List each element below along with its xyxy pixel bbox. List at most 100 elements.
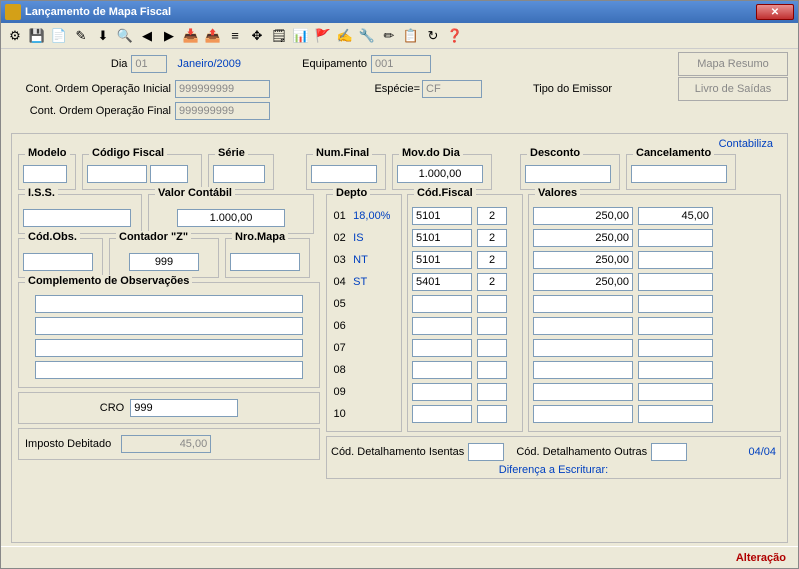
cf-code-5[interactable] — [412, 317, 472, 335]
cf-sub-0[interactable] — [477, 207, 507, 225]
cont-fim-input[interactable] — [175, 102, 270, 120]
valor1-3[interactable] — [533, 273, 633, 291]
toolbar-button-11[interactable]: ✥ — [247, 26, 267, 46]
cf-sub-4[interactable] — [477, 295, 507, 313]
iss-input[interactable] — [23, 209, 131, 227]
equip-label: Equipamento — [302, 58, 367, 70]
valor2-5[interactable] — [638, 317, 713, 335]
valor2-2[interactable] — [638, 251, 713, 269]
toolbar-button-20[interactable]: ❓ — [445, 26, 465, 46]
cancel-input[interactable] — [631, 165, 727, 183]
cod-det-isentas-input[interactable] — [468, 443, 504, 461]
toolbar-button-14[interactable]: 🚩 — [313, 26, 333, 46]
valor1-2[interactable] — [533, 251, 633, 269]
contadorz-input[interactable] — [129, 253, 199, 271]
valor2-4[interactable] — [638, 295, 713, 313]
valor1-6[interactable] — [533, 339, 633, 357]
valorcont-input[interactable] — [177, 209, 285, 227]
valor1-7[interactable] — [533, 361, 633, 379]
modelo-input[interactable] — [23, 165, 67, 183]
obs-input-3[interactable] — [35, 339, 303, 357]
obs-input-4[interactable] — [35, 361, 303, 379]
valor1-1[interactable] — [533, 229, 633, 247]
toolbar-button-2[interactable]: 📄 — [49, 26, 69, 46]
obs-input-2[interactable] — [35, 317, 303, 335]
valor1-8[interactable] — [533, 383, 633, 401]
codfiscal-input-2[interactable] — [150, 165, 188, 183]
cf-sub-8[interactable] — [477, 383, 507, 401]
valor2-3[interactable] — [638, 273, 713, 291]
dia-label: Dia — [111, 58, 128, 70]
cf-code-0[interactable] — [412, 207, 472, 225]
cf-sub-7[interactable] — [477, 361, 507, 379]
codfiscal-input-1[interactable] — [87, 165, 147, 183]
cod-det-outras-label: Cód. Detalhamento Outras — [516, 446, 647, 458]
valor2-0[interactable] — [638, 207, 713, 225]
toolbar-button-10[interactable]: ≡ — [225, 26, 245, 46]
cod-det-outras-input[interactable] — [651, 443, 687, 461]
cf-sub-6[interactable] — [477, 339, 507, 357]
movdia-legend: Mov.do Dia — [399, 147, 463, 159]
valor1-9[interactable] — [533, 405, 633, 423]
cf-sub-1[interactable] — [477, 229, 507, 247]
valor1-4[interactable] — [533, 295, 633, 313]
diferenca-label: Diferença a Escriturar: — [331, 464, 776, 476]
valor2-9[interactable] — [638, 405, 713, 423]
toolbar-button-13[interactable]: 📊 — [291, 26, 311, 46]
cont-ini-input[interactable] — [175, 80, 270, 98]
cf-sub-5[interactable] — [477, 317, 507, 335]
toolbar-button-17[interactable]: ✏ — [379, 26, 399, 46]
codobs-input[interactable] — [23, 253, 93, 271]
cro-input[interactable] — [130, 399, 238, 417]
cf-code-1[interactable] — [412, 229, 472, 247]
mapa-resumo-button[interactable]: Mapa Resumo — [678, 52, 788, 76]
nromapa-input[interactable] — [230, 253, 300, 271]
valor2-1[interactable] — [638, 229, 713, 247]
equip-input[interactable] — [371, 55, 431, 73]
toolbar-button-8[interactable]: 📥 — [181, 26, 201, 46]
cf-code-9[interactable] — [412, 405, 472, 423]
valor2-8[interactable] — [638, 383, 713, 401]
dia-input[interactable] — [131, 55, 167, 73]
valor2-6[interactable] — [638, 339, 713, 357]
cf-sub-2[interactable] — [477, 251, 507, 269]
toolbar-button-19[interactable]: ↻ — [423, 26, 443, 46]
serie-input[interactable] — [213, 165, 265, 183]
cf-code-4[interactable] — [412, 295, 472, 313]
depto-num: 01 — [331, 210, 348, 222]
desconto-input[interactable] — [525, 165, 611, 183]
cf-code-2[interactable] — [412, 251, 472, 269]
toolbar-button-3[interactable]: ✎ — [71, 26, 91, 46]
modelo-legend: Modelo — [25, 147, 70, 159]
toolbar-button-9[interactable]: 📤 — [203, 26, 223, 46]
cf-sub-9[interactable] — [477, 405, 507, 423]
cf-code-3[interactable] — [412, 273, 472, 291]
cf-code-6[interactable] — [412, 339, 472, 357]
toolbar-button-4[interactable]: ⬇ — [93, 26, 113, 46]
valor1-0[interactable] — [533, 207, 633, 225]
toolbar-button-15[interactable]: ✍ — [335, 26, 355, 46]
toolbar-button-1[interactable]: 💾 — [27, 26, 47, 46]
cf-sub-3[interactable] — [477, 273, 507, 291]
main-panel: Contabiliza Modelo Código Fiscal Série N… — [11, 133, 788, 543]
depto-type: ST — [353, 276, 397, 288]
especie-input[interactable] — [422, 80, 482, 98]
toolbar-button-16[interactable]: 🔧 — [357, 26, 377, 46]
toolbar-button-6[interactable]: ◀ — [137, 26, 157, 46]
toolbar-button-7[interactable]: ▶ — [159, 26, 179, 46]
toolbar-button-0[interactable]: ⚙ — [5, 26, 25, 46]
close-button[interactable]: ✕ — [756, 4, 794, 20]
numfinal-input[interactable] — [311, 165, 377, 183]
movdia-input[interactable] — [397, 165, 483, 183]
toolbar-button-12[interactable]: 🗒 — [269, 26, 289, 46]
obs-input-1[interactable] — [35, 295, 303, 313]
toolbar-button-5[interactable]: 🔍 — [115, 26, 135, 46]
depto-num: 04 — [331, 276, 348, 288]
cf-code-7[interactable] — [412, 361, 472, 379]
valor2-7[interactable] — [638, 361, 713, 379]
valor1-5[interactable] — [533, 317, 633, 335]
cf-code-8[interactable] — [412, 383, 472, 401]
livro-saidas-button[interactable]: Livro de Saídas — [678, 77, 788, 101]
toolbar-button-18[interactable]: 📋 — [401, 26, 421, 46]
contabiliza-link[interactable]: Contabiliza — [719, 138, 773, 150]
